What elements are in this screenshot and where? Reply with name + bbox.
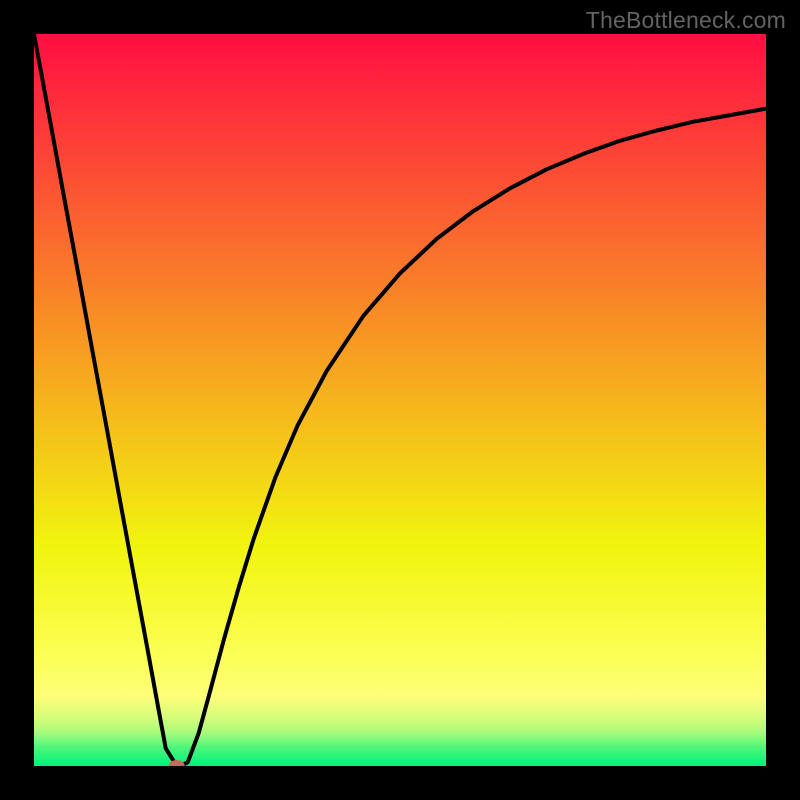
plot-area	[34, 34, 766, 766]
watermark-text: TheBottleneck.com	[586, 7, 786, 34]
chart-frame: TheBottleneck.com	[0, 0, 800, 800]
gradient-background	[34, 34, 766, 766]
chart-svg	[34, 34, 766, 766]
